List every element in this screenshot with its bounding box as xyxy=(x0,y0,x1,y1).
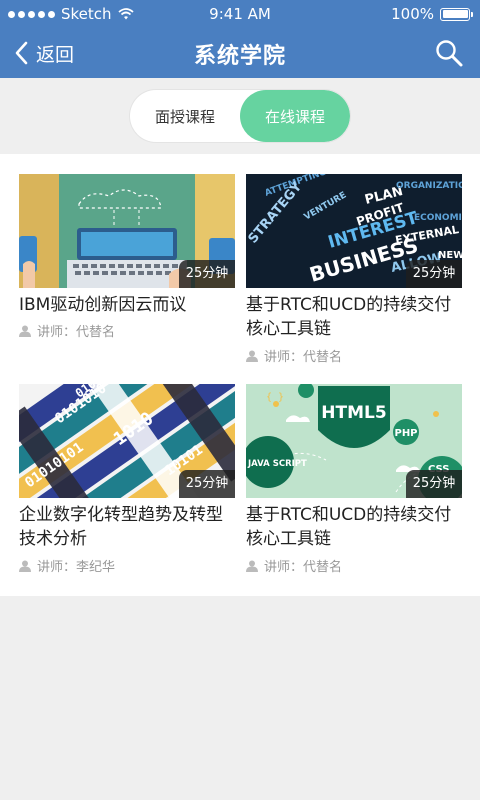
person-icon xyxy=(19,325,31,337)
nav-bar: 返回 系统学院 xyxy=(0,28,480,78)
svg-text:PHP: PHP xyxy=(394,428,417,439)
course-card[interactable]: 0101010 1010 01010101 10101 0101 25分钟 企业… xyxy=(19,384,235,575)
search-icon xyxy=(436,40,463,67)
lecturer-info: 讲师：代替名 xyxy=(246,346,342,365)
duration-badge: 25分钟 xyxy=(179,470,235,498)
course-card[interactable]: 25分钟 IBM驱动创新因云而议 讲师：代替名 xyxy=(19,174,235,364)
search-button[interactable] xyxy=(434,38,464,68)
battery-status: 100% xyxy=(391,5,473,23)
battery-label: 100% xyxy=(391,5,434,23)
svg-text:{ }: { } xyxy=(266,392,284,403)
course-thumbnail: 0101010 1010 01010101 10101 0101 25分钟 xyxy=(19,384,235,498)
duration-badge: 25分钟 xyxy=(179,260,235,288)
svg-text:ECONOMIC: ECONOMIC xyxy=(414,213,462,223)
course-thumbnail: 25分钟 xyxy=(19,174,235,288)
course-list: 25分钟 IBM驱动创新因云而议 讲师：代替名 ATTEMPTING PLAN … xyxy=(0,154,480,596)
duration-badge: 25分钟 xyxy=(406,260,462,288)
lecturer-name: 讲师：代替名 xyxy=(264,350,343,365)
course-card[interactable]: HTML5 JAVA SCRIPT PHP CSS { } 25分钟 基于RTC… xyxy=(246,384,462,575)
svg-text:ORGANIZATION: ORGANIZATION xyxy=(396,181,462,191)
lecturer-name: 讲师：李纪华 xyxy=(37,560,116,575)
tab-area: 面授课程 在线课程 xyxy=(0,78,480,154)
course-title: 基于RTC和UCD的持续交付核心工具链 xyxy=(246,295,452,339)
svg-text:HTML5: HTML5 xyxy=(321,403,386,423)
battery-icon xyxy=(440,7,473,21)
tab-online-courses[interactable]: 在线课程 xyxy=(240,90,350,142)
status-bar: Sketch 9:41 AM 100% xyxy=(0,0,480,28)
tab-offline-courses[interactable]: 面授课程 xyxy=(130,90,240,142)
top-bar: Sketch 9:41 AM 100% 返回 系统学院 xyxy=(0,0,480,78)
page-title: 系统学院 xyxy=(193,44,286,69)
course-thumbnail: HTML5 JAVA SCRIPT PHP CSS { } 25分钟 xyxy=(246,384,462,498)
course-type-segmented-control: 面授课程 在线课程 xyxy=(130,90,350,142)
person-icon xyxy=(246,350,258,362)
lecturer-info: 讲师：代替名 xyxy=(246,556,342,575)
course-title: 企业数字化转型趋势及转型技术分析 xyxy=(19,505,223,549)
duration-badge: 25分钟 xyxy=(406,470,462,498)
course-title: 基于RTC和UCD的持续交付核心工具链 xyxy=(246,505,452,549)
lecturer-name: 讲师：代替名 xyxy=(37,325,116,340)
lecturer-info: 讲师：代替名 xyxy=(19,321,115,340)
person-icon xyxy=(246,560,258,572)
lecturer-info: 讲师：李纪华 xyxy=(19,556,115,575)
svg-text:JAVA SCRIPT: JAVA SCRIPT xyxy=(247,459,307,469)
lecturer-name: 讲师：代替名 xyxy=(264,560,343,575)
course-card[interactable]: ATTEMPTING PLAN STRATEGY PROFIT INTEREST… xyxy=(246,174,462,365)
person-icon xyxy=(19,560,31,572)
course-thumbnail: ATTEMPTING PLAN STRATEGY PROFIT INTEREST… xyxy=(246,174,462,288)
course-title: IBM驱动创新因云而议 xyxy=(19,295,187,315)
empty-area xyxy=(0,596,480,800)
